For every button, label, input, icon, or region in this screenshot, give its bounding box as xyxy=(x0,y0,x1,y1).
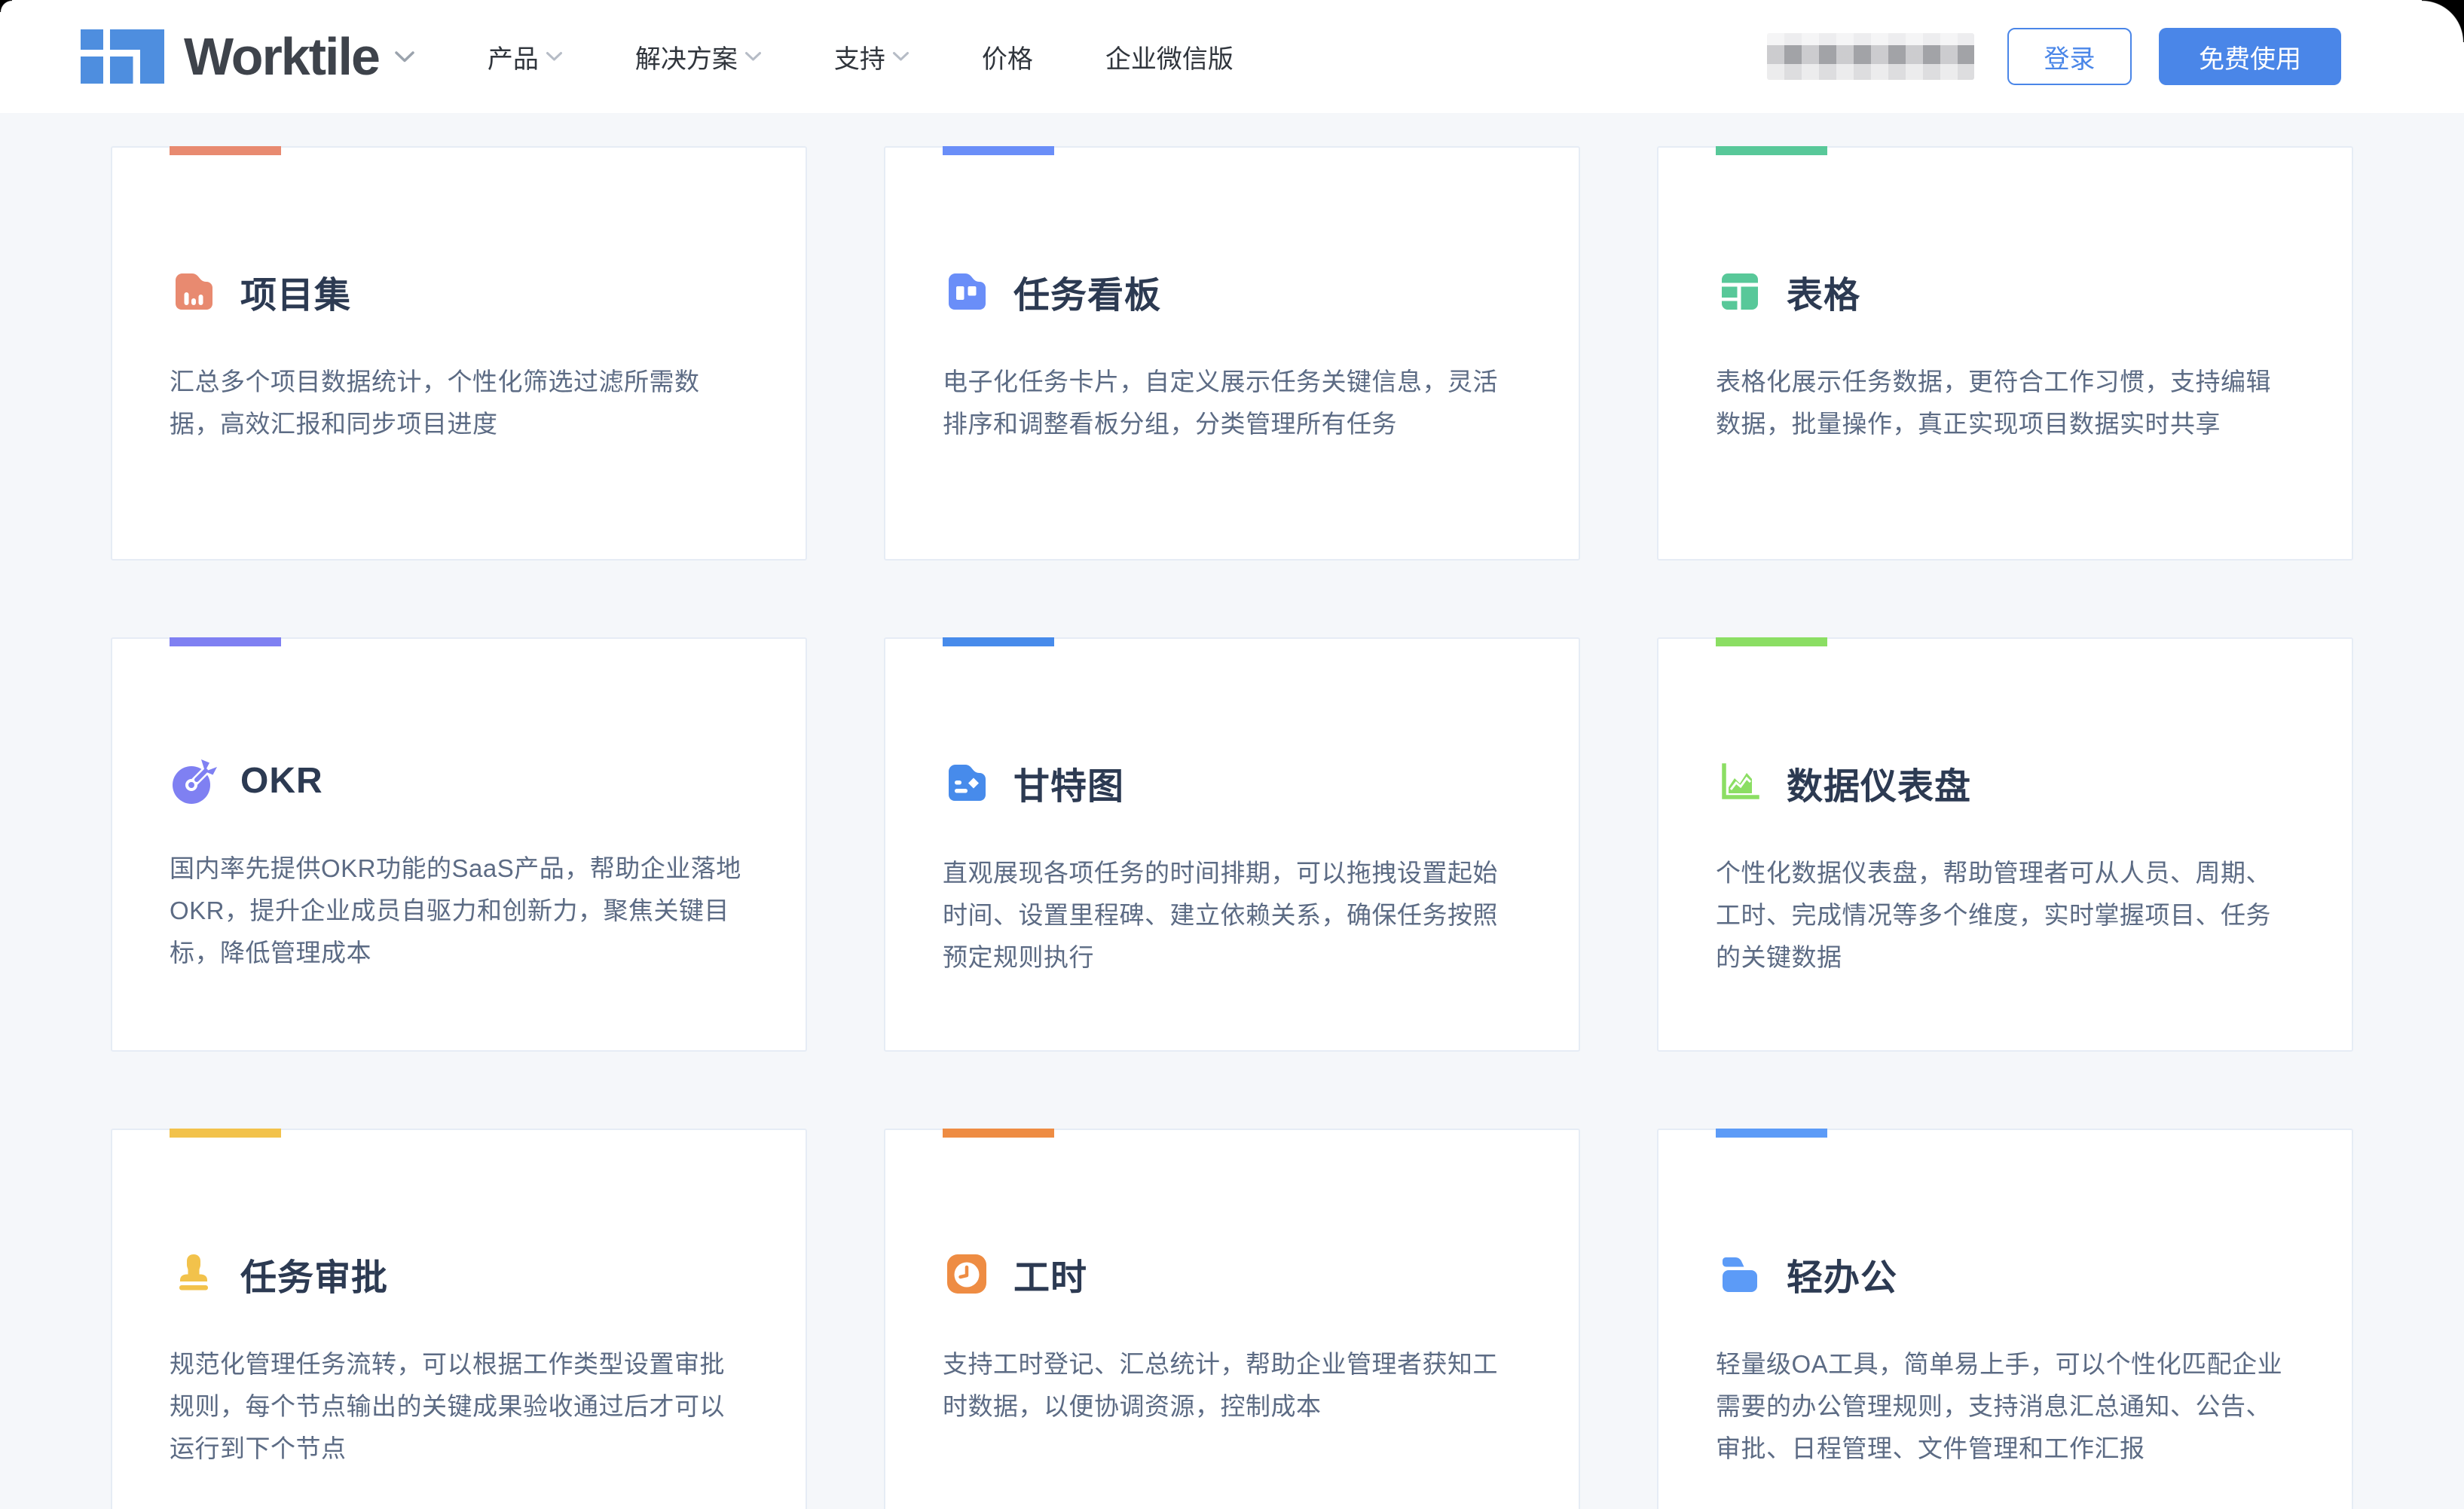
chevron-down-icon xyxy=(546,51,563,62)
approval-stamp-icon xyxy=(170,1250,218,1298)
card-header: 数据仪表盘 xyxy=(1716,756,2294,809)
card-description: 规范化管理任务流转，可以根据工作类型设置审批规则，每个节点输出的关键成果验收通过… xyxy=(170,1343,748,1470)
card-accent-bar xyxy=(943,146,1054,155)
nav-label: 解决方案 xyxy=(635,38,738,75)
feature-card-gantt[interactable]: 甘特图 直观展现各项任务的时间排期，可以拖拽设置起始时间、设置里程碑、建立依赖关… xyxy=(884,637,1580,1052)
table-grid-icon xyxy=(1716,267,1764,316)
feature-card-task-approval[interactable]: 任务审批 规范化管理任务流转，可以根据工作类型设置审批规则，每个节点输出的关键成… xyxy=(111,1129,807,1509)
nav-label: 产品 xyxy=(488,38,539,75)
nav-label: 支持 xyxy=(834,38,885,75)
feature-card-project-portfolio[interactable]: 项目集 汇总多个项目数据统计，个性化筛选过滤所需数据，高效汇报和同步项目进度 xyxy=(111,146,807,561)
feature-card-kanban[interactable]: 任务看板 电子化任务卡片，自定义展示任务关键信息，灵活排序和调整看板分组，分类管… xyxy=(884,146,1580,561)
chevron-down-icon xyxy=(394,50,415,63)
card-accent-bar xyxy=(1716,1129,1827,1138)
worktile-logo-icon xyxy=(81,29,164,84)
card-description: 汇总多个项目数据统计，个性化筛选过滤所需数据，高效汇报和同步项目进度 xyxy=(170,361,748,445)
card-title: 任务看板 xyxy=(1013,265,1161,318)
card-header: 项目集 xyxy=(170,265,748,318)
card-accent-bar xyxy=(170,1129,281,1138)
card-title: 工时 xyxy=(1013,1248,1087,1300)
card-description: 个性化数据仪表盘，帮助管理者可从人员、周期、工时、完成情况等多个维度，实时掌握项… xyxy=(1716,852,2294,979)
phone-number-blurred xyxy=(1767,33,1974,80)
card-header: 轻办公 xyxy=(1716,1248,2294,1300)
card-accent-bar xyxy=(170,637,281,646)
card-header: 甘特图 xyxy=(943,756,1521,809)
card-header: 任务审批 xyxy=(170,1248,748,1300)
card-header: 工时 xyxy=(943,1248,1521,1300)
card-header: 表格 xyxy=(1716,265,2294,318)
kanban-folder-icon xyxy=(943,267,991,316)
card-accent-bar xyxy=(1716,637,1827,646)
window-corner-decoration xyxy=(2422,0,2464,42)
feature-card-dashboard[interactable]: 数据仪表盘 个性化数据仪表盘，帮助管理者可从人员、周期、工时、完成情况等多个维度… xyxy=(1657,637,2353,1052)
card-description: 国内率先提供OKR功能的SaaS产品，帮助企业落地OKR，提升企业成员自驱力和创… xyxy=(170,848,748,974)
card-description: 支持工时登记、汇总统计，帮助企业管理者获知工时数据，以便协调资源，控制成本 xyxy=(943,1343,1521,1428)
card-accent-bar xyxy=(943,1129,1054,1138)
brand-name: Worktile xyxy=(184,26,379,87)
chevron-down-icon xyxy=(744,51,762,62)
okr-target-dart-icon xyxy=(170,756,218,805)
card-title: 甘特图 xyxy=(1013,756,1124,809)
main-nav: 产品 解决方案 支持 价格 企业微信版 xyxy=(488,38,1234,75)
card-description: 直观展现各项任务的时间排期，可以拖拽设置起始时间、设置里程碑、建立依赖关系，确保… xyxy=(943,852,1521,979)
top-navbar: Worktile 产品 解决方案 支持 价格 企业微信版 登录 免费使用 xyxy=(0,0,2464,113)
card-header: OKR xyxy=(170,756,748,805)
feature-card-light-office[interactable]: 轻办公 轻量级OA工具，简单易上手，可以个性化匹配企业需要的办公管理规则，支持消… xyxy=(1657,1129,2353,1509)
card-description: 轻量级OA工具，简单易上手，可以个性化匹配企业需要的办公管理规则，支持消息汇总通… xyxy=(1716,1343,2294,1470)
card-title: 项目集 xyxy=(240,265,351,318)
nav-item-pricing[interactable]: 价格 xyxy=(982,38,1033,75)
worktile-logo[interactable]: Worktile xyxy=(81,26,415,87)
nav-label: 价格 xyxy=(982,38,1033,75)
card-header: 任务看板 xyxy=(943,265,1521,318)
feature-card-grid: 项目集 汇总多个项目数据统计，个性化筛选过滤所需数据，高效汇报和同步项目进度 任… xyxy=(0,146,2464,1509)
dashboard-line-chart-icon xyxy=(1716,759,1764,807)
card-description: 电子化任务卡片，自定义展示任务关键信息，灵活排序和调整看板分组，分类管理所有任务 xyxy=(943,361,1521,445)
light-office-folder-icon xyxy=(1716,1250,1764,1298)
free-signup-button[interactable]: 免费使用 xyxy=(2159,28,2341,85)
card-accent-bar xyxy=(1716,146,1827,155)
nav-item-support[interactable]: 支持 xyxy=(834,38,909,75)
feature-card-work-hours[interactable]: 工时 支持工时登记、汇总统计，帮助企业管理者获知工时数据，以便协调资源，控制成本 xyxy=(884,1129,1580,1509)
card-accent-bar xyxy=(943,637,1054,646)
card-title: 任务审批 xyxy=(240,1248,388,1300)
nav-item-solutions[interactable]: 解决方案 xyxy=(635,38,762,75)
feature-card-okr[interactable]: OKR 国内率先提供OKR功能的SaaS产品，帮助企业落地OKR，提升企业成员自… xyxy=(111,637,807,1052)
card-accent-bar xyxy=(170,146,281,155)
project-portfolio-folder-chart-icon xyxy=(170,267,218,316)
chevron-down-icon xyxy=(892,51,909,62)
nav-item-products[interactable]: 产品 xyxy=(488,38,563,75)
gantt-folder-icon xyxy=(943,759,991,807)
card-title: OKR xyxy=(240,760,323,802)
login-button[interactable]: 登录 xyxy=(2007,28,2132,85)
card-title: 表格 xyxy=(1787,265,1860,318)
card-title: 数据仪表盘 xyxy=(1787,756,1971,809)
card-description: 表格化展示任务数据，更符合工作习惯，支持编辑数据，批量操作，真正实现项目数据实时… xyxy=(1716,361,2294,445)
card-title: 轻办公 xyxy=(1787,1248,1897,1300)
window-corner-decoration xyxy=(0,0,12,12)
feature-card-table[interactable]: 表格 表格化展示任务数据，更符合工作习惯，支持编辑数据，批量操作，真正实现项目数… xyxy=(1657,146,2353,561)
work-hours-clock-icon xyxy=(943,1250,991,1298)
nav-item-wechat-work[interactable]: 企业微信版 xyxy=(1105,38,1234,75)
nav-label: 企业微信版 xyxy=(1105,38,1234,75)
